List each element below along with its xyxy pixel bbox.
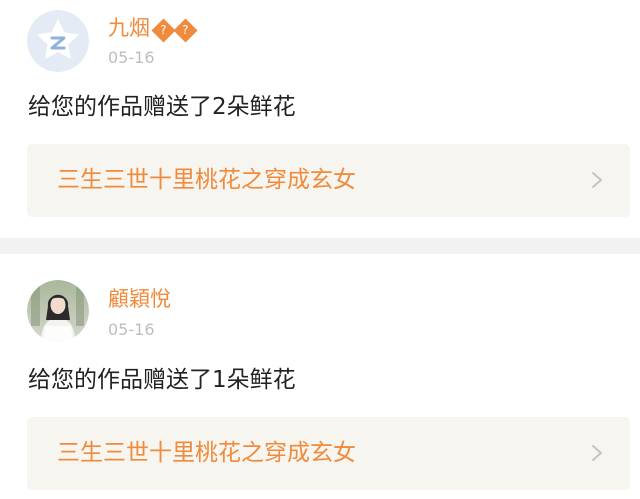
qq-default-avatar-icon [27,10,89,72]
notification-card: 顧穎悅 05-16 给您的作品赠送了1朵鲜花 三生三世十里桃花之穿成玄女 [0,254,640,499]
notification-date: 05-16 [108,320,155,339]
work-title: 三生三世十里桃花之穿成玄女 [57,167,356,193]
user-photo-avatar [27,280,89,342]
chevron-right-icon [592,445,602,461]
avatar[interactable] [27,280,89,342]
notification-card: 九烟?? 05-16 给您的作品赠送了2朵鲜花 三生三世十里桃花之穿成玄女 [0,0,640,238]
gift-notification-feed: 九烟?? 05-16 给您的作品赠送了2朵鲜花 三生三世十里桃花之穿成玄女 顧穎… [0,0,640,499]
work-link[interactable]: 三生三世十里桃花之穿成玄女 [27,417,630,490]
avatar[interactable] [27,10,89,72]
work-title: 三生三世十里桃花之穿成玄女 [57,440,356,466]
card-divider [0,238,640,254]
name-badge-glyph: ? [151,18,176,43]
notification-message: 给您的作品赠送了2朵鲜花 [28,94,296,120]
notification-date: 05-16 [108,48,155,67]
username[interactable]: 九烟?? [108,14,198,43]
work-link[interactable]: 三生三世十里桃花之穿成玄女 [27,144,630,217]
name-badge-glyph: ? [173,18,198,43]
chevron-right-icon [592,172,602,188]
username[interactable]: 顧穎悅 [108,285,171,313]
notification-message: 给您的作品赠送了1朵鲜花 [28,367,296,393]
